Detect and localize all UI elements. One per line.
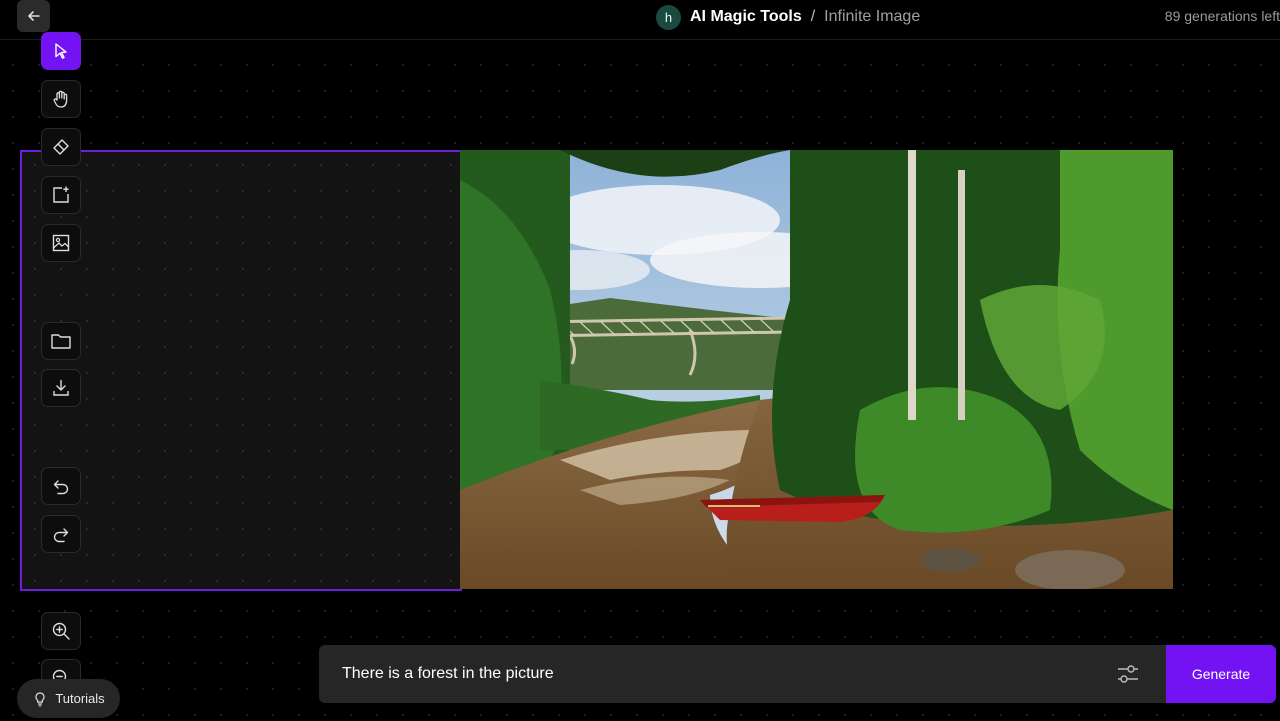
download-button[interactable]	[41, 369, 81, 407]
page-title: Infinite Image	[824, 8, 921, 25]
prompt-settings-button[interactable]	[1113, 659, 1143, 689]
tutorials-button[interactable]: Tutorials	[17, 679, 120, 718]
hand-icon	[53, 90, 68, 108]
redo-button[interactable]	[41, 515, 81, 553]
undo-icon	[53, 480, 69, 495]
lightbulb-icon	[35, 691, 45, 706]
prompt-input[interactable]	[319, 645, 1109, 703]
canvas-image[interactable]	[460, 150, 1173, 589]
breadcrumb: h AI Magic Tools / Infinite Image	[656, 4, 920, 30]
generate-button[interactable]: Generate	[1166, 645, 1276, 703]
pan-tool-button[interactable]	[41, 80, 81, 118]
select-tool-button[interactable]	[41, 32, 81, 70]
eraser-tool-button[interactable]	[41, 128, 81, 166]
image-icon	[52, 234, 70, 252]
cursor-icon	[55, 43, 67, 59]
undo-button[interactable]	[41, 467, 81, 505]
upload-image-tool-button[interactable]	[41, 224, 81, 262]
open-folder-button[interactable]	[41, 322, 81, 360]
tutorials-label: Tutorials	[55, 691, 105, 706]
app-name[interactable]: AI Magic Tools	[690, 8, 802, 26]
workspace-avatar[interactable]: h	[656, 4, 681, 30]
folder-icon	[51, 334, 71, 349]
top-bar: h AI Magic Tools / Infinite Image 89 gen…	[0, 0, 1280, 40]
breadcrumb-separator: /	[810, 8, 816, 25]
back-button[interactable]	[17, 0, 50, 32]
add-frame-icon	[53, 186, 69, 203]
redo-icon	[53, 528, 69, 543]
sliders-icon	[1118, 665, 1138, 683]
river-forest-bridge-boat-image	[460, 150, 1173, 589]
add-frame-tool-button[interactable]	[41, 176, 81, 214]
generations-left: 89 generations left	[1164, 8, 1280, 24]
eraser-icon	[53, 139, 69, 155]
zoom-in-button[interactable]	[41, 612, 81, 650]
prompt-bar: Generate	[319, 645, 1276, 703]
arrow-left-icon	[27, 11, 40, 21]
generation-frame[interactable]	[20, 150, 462, 591]
download-icon	[53, 379, 69, 396]
zoom-in-icon	[52, 622, 70, 640]
